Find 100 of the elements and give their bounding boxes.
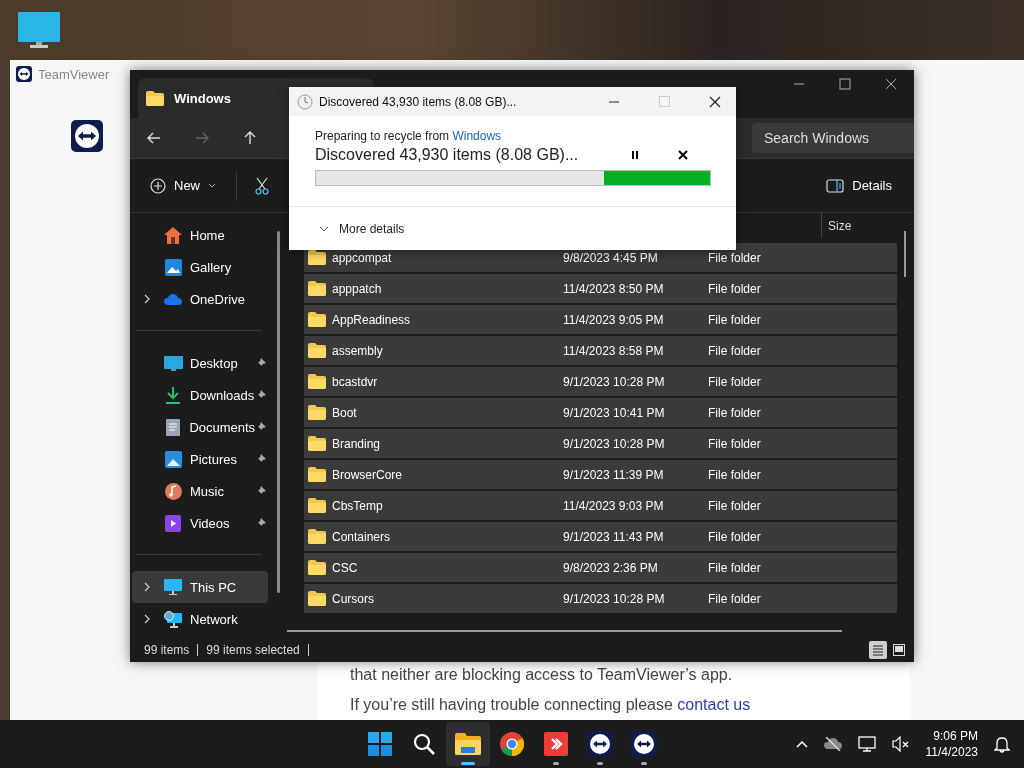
file-row[interactable]: CSC 9/8/2023 2:36 PM File folder <box>304 553 897 582</box>
network-icon <box>164 610 182 628</box>
file-row[interactable]: bcastdvr 9/1/2023 10:28 PM File folder <box>304 367 897 396</box>
folder-icon <box>308 560 326 575</box>
list-icon <box>872 644 884 656</box>
folder-icon <box>308 281 326 296</box>
file-row[interactable]: BrowserCore 9/1/2023 11:39 PM File folder <box>304 460 897 489</box>
remote-desktop-icon[interactable] <box>544 732 568 756</box>
pause-icon <box>630 150 640 160</box>
teamviewer-logo-icon <box>71 120 103 152</box>
close-icon <box>678 150 688 160</box>
back-arrow-icon[interactable] <box>147 132 161 144</box>
scrollbar[interactable] <box>904 231 906 277</box>
file-row[interactable]: Cursors 9/1/2023 10:28 PM File folder <box>304 584 897 613</box>
preview-view-button[interactable] <box>890 641 908 659</box>
chevron-right-icon[interactable] <box>144 582 150 592</box>
cloud-off-icon[interactable] <box>823 737 842 751</box>
folder-icon <box>308 436 326 451</box>
body-text: that neither are blocking access to TeamViewer’s app. <box>350 666 734 684</box>
nav-item[interactable]: Desktop <box>132 347 268 379</box>
folder-icon <box>308 591 326 606</box>
teamviewer-icon[interactable] <box>631 731 657 757</box>
folder-icon <box>308 405 326 420</box>
folder-icon <box>308 343 326 358</box>
chevron-up-icon[interactable] <box>795 740 808 748</box>
maximize-icon <box>659 95 670 107</box>
video-icon <box>165 514 181 532</box>
nav-item[interactable]: Downloads <box>132 379 268 411</box>
music-icon <box>164 482 182 500</box>
folder-icon <box>308 498 326 513</box>
help-text: If you’re still having trouble connecting please contact us <box>350 696 752 714</box>
teamviewer-icon[interactable] <box>587 731 613 757</box>
home-icon <box>164 226 182 244</box>
folder-icon[interactable] <box>455 733 481 755</box>
more-details-toggle[interactable]: More details <box>289 206 736 250</box>
search-field[interactable]: Search Windows <box>752 123 914 153</box>
file-row[interactable]: Boot 9/1/2023 10:41 PM File folder <box>304 398 897 427</box>
nav-item[interactable]: Network <box>132 603 268 635</box>
folder-icon <box>308 312 326 327</box>
teamviewer-icon <box>16 66 32 82</box>
nav-item[interactable]: This PC <box>132 571 268 603</box>
chevron-down-icon <box>319 225 329 232</box>
windows-logo-icon[interactable] <box>368 732 392 756</box>
nav-item[interactable]: OneDrive <box>132 283 268 315</box>
monitor-icon[interactable] <box>857 736 876 752</box>
scrollbar[interactable] <box>277 231 280 593</box>
file-row[interactable]: AppReadiness 11/4/2023 9:05 PM File folder <box>304 305 897 334</box>
monitor-icon[interactable] <box>18 12 60 48</box>
cancel-button[interactable] <box>676 148 690 162</box>
maximize-icon[interactable] <box>839 78 851 90</box>
speaker-muted-icon[interactable] <box>891 736 910 752</box>
folder-icon <box>308 529 326 544</box>
folder-icon <box>308 467 326 482</box>
folder-link[interactable]: Windows <box>452 129 502 143</box>
chrome-icon[interactable] <box>500 732 524 756</box>
new-button[interactable]: New <box>148 173 218 198</box>
nav-item[interactable]: Music <box>132 475 268 507</box>
contact-link[interactable]: contact us <box>677 696 751 713</box>
file-row[interactable]: assembly 11/4/2023 8:58 PM File folder <box>304 336 897 365</box>
cloud-icon <box>164 293 182 305</box>
chevron-right-icon[interactable] <box>144 614 150 624</box>
details-pane-icon <box>826 178 845 193</box>
nav-item[interactable]: Pictures <box>132 443 268 475</box>
folder-icon <box>146 90 164 106</box>
caret-icon <box>208 183 216 188</box>
file-row[interactable]: CbsTemp 11/4/2023 9:03 PM File folder <box>304 491 897 520</box>
monitor-icon <box>164 579 182 595</box>
download-icon <box>165 386 181 404</box>
picture-icon <box>164 450 182 468</box>
search-icon[interactable] <box>413 733 435 755</box>
nav-item[interactable]: Documents <box>132 411 268 443</box>
close-icon[interactable] <box>709 95 721 108</box>
tab-title: TeamViewer <box>38 66 110 82</box>
column-header[interactable]: Size <box>821 213 898 238</box>
bell-icon[interactable] <box>994 735 1010 753</box>
file-row[interactable]: Branding 9/1/2023 10:28 PM File folder <box>304 429 897 458</box>
scissors-icon[interactable] <box>255 176 269 195</box>
plus-icon <box>150 177 166 194</box>
scrollbar[interactable] <box>287 630 842 632</box>
nav-item[interactable]: Gallery <box>132 251 268 283</box>
item-count: 99 items <box>144 643 190 657</box>
close-icon[interactable] <box>885 78 897 90</box>
file-row[interactable]: apppatch 11/4/2023 8:50 PM File folder <box>304 274 897 303</box>
source-text: Preparing to recycle from Windows <box>315 129 503 143</box>
gallery-icon <box>164 258 182 276</box>
clock-icon <box>297 93 313 110</box>
nav-item[interactable]: Home <box>132 219 268 251</box>
selection-count: 99 items selected <box>206 643 300 657</box>
details-button[interactable]: Details <box>826 178 892 193</box>
folder-icon <box>308 374 326 389</box>
folder-icon <box>308 250 326 265</box>
progress-status: Discovered 43,930 items (8.08 GB)... <box>315 146 579 164</box>
chevron-right-icon[interactable] <box>144 294 150 304</box>
up-arrow-icon[interactable] <box>244 131 256 145</box>
nav-item[interactable]: Videos <box>132 507 268 539</box>
desktop-icon <box>163 355 183 371</box>
document-icon <box>165 418 180 436</box>
file-row[interactable]: Containers 9/1/2023 11:43 PM File folder <box>304 522 897 551</box>
clock[interactable]: 9:06 PM 11/4/2023 <box>925 728 978 760</box>
forward-arrow-icon[interactable] <box>195 132 209 144</box>
